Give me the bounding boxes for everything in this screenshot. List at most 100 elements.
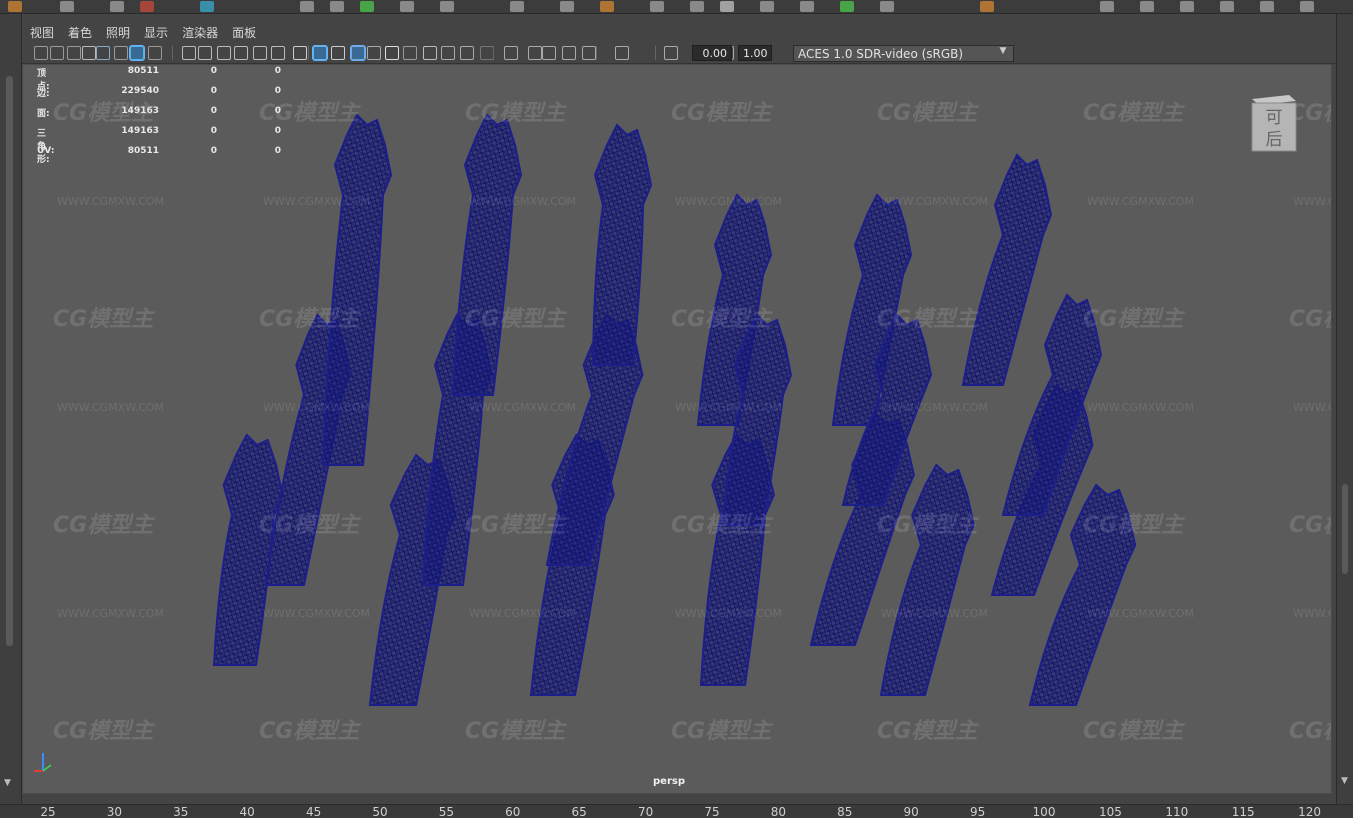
shelf-tool-icon[interactable] xyxy=(840,1,854,12)
ruler-tick-label: 100 xyxy=(1032,805,1056,818)
chevron-down-icon[interactable]: ▼ xyxy=(994,46,1012,60)
left-scrollbar[interactable] xyxy=(6,76,13,646)
shelf-tool-icon[interactable] xyxy=(8,1,22,12)
frame-selection-icon[interactable] xyxy=(562,46,576,60)
use-default-material-icon[interactable] xyxy=(331,46,345,60)
shelf-tool-icon[interactable] xyxy=(1100,1,1114,12)
shelf-tool-icon[interactable] xyxy=(600,1,614,12)
depth-of-field-icon[interactable] xyxy=(480,46,494,60)
shelf-tool-icon[interactable] xyxy=(60,1,74,12)
menu-shading[interactable]: 着色 xyxy=(68,24,92,41)
camera-attributes-icon[interactable] xyxy=(67,46,81,60)
watermark-logo: CG模型主 xyxy=(259,307,360,332)
gamma-icon[interactable] xyxy=(664,46,678,60)
wireframe-hand xyxy=(591,123,653,366)
wireframe-hand xyxy=(451,113,523,396)
shelf-tool-icon[interactable] xyxy=(650,1,664,12)
3d-viewport[interactable]: CG模型主 WWW.CGMXW.COM CG模型主 WWW.CGMXW.COM CG模型… xyxy=(22,64,1332,794)
shelf-tool-icon[interactable] xyxy=(440,1,454,12)
toolbar-separator xyxy=(655,46,656,60)
shelf-tool-icon[interactable] xyxy=(800,1,814,12)
right-scrollbar[interactable] xyxy=(1342,484,1348,574)
toolbar-separator xyxy=(493,46,494,60)
shelf-tool-icon[interactable] xyxy=(400,1,414,12)
scroll-down-arrow-icon[interactable]: ▼ xyxy=(4,778,11,788)
watermark-url: WWW.CGMXW.COM xyxy=(57,195,165,208)
exposure-field[interactable]: 0.00 xyxy=(692,45,732,61)
watermark-logo: CG模型主 xyxy=(1083,307,1184,332)
menu-panels[interactable]: 面板 xyxy=(232,24,256,41)
view-cube[interactable]: 可 后 xyxy=(1249,91,1299,153)
scroll-down-arrow-icon[interactable]: ▼ xyxy=(1341,776,1348,786)
menu-view[interactable]: 视图 xyxy=(30,24,54,41)
smooth-shade-icon[interactable] xyxy=(312,45,328,61)
watermark-logo: CG模型主 xyxy=(1289,513,1331,538)
xray-active-icon[interactable] xyxy=(542,46,556,60)
xray-joints-icon[interactable] xyxy=(528,46,542,60)
shelf-tool-icon[interactable] xyxy=(880,1,894,12)
ruler-tick-label: 65 xyxy=(571,805,587,818)
use-all-lights-icon[interactable] xyxy=(385,46,399,60)
frame-all-icon[interactable] xyxy=(582,46,596,60)
ruler-tick-label: 30 xyxy=(106,805,123,818)
shelf-tool-icon[interactable] xyxy=(690,1,704,12)
shelf-tool-icon[interactable] xyxy=(140,1,154,12)
shelf-tool-icon[interactable] xyxy=(1300,1,1314,12)
shelf-tool-icon[interactable] xyxy=(200,1,214,12)
shelf-tool-icon[interactable] xyxy=(760,1,774,12)
shadows-icon[interactable] xyxy=(403,46,417,60)
ruler-tick-label: 50 xyxy=(372,805,388,818)
wireframe-icon[interactable] xyxy=(293,46,307,60)
color-space-select[interactable]: ACES 1.0 SDR-video (sRGB) xyxy=(793,45,1014,62)
shelf-tool-icon[interactable] xyxy=(1220,1,1234,12)
camera-select-icon[interactable] xyxy=(34,46,48,60)
watermark-url: WWW.CGMXW.COM xyxy=(1087,195,1195,208)
ruler-tick-label: 40 xyxy=(239,805,255,818)
watermark-url: WWW.CGMXW.COM xyxy=(263,607,371,620)
watermark-logo: CG模型主 xyxy=(465,719,566,744)
xray-icon[interactable] xyxy=(367,46,381,60)
shelf-tool-icon[interactable] xyxy=(300,1,314,12)
multisample-aa-icon[interactable] xyxy=(460,46,474,60)
2d-pan-zoom-icon[interactable] xyxy=(114,46,128,60)
shelf-tool-icon[interactable] xyxy=(1260,1,1274,12)
shelf-tool-icon[interactable] xyxy=(720,1,734,12)
menu-lighting[interactable]: 照明 xyxy=(106,24,130,41)
field-chart-icon[interactable] xyxy=(234,46,248,60)
ruler-tick-label: 80 xyxy=(770,805,787,818)
ruler-tick-label: 120 xyxy=(1298,805,1322,818)
shelf-tool-icon[interactable] xyxy=(330,1,344,12)
watermark-url: WWW.CGMXW.COM xyxy=(469,607,577,620)
motion-blur-icon[interactable] xyxy=(441,46,455,60)
shelf-tool-icon[interactable] xyxy=(1180,1,1194,12)
exposure-icon[interactable] xyxy=(615,46,629,60)
watermark-url: WWW.CGMXW.COM xyxy=(1293,607,1331,620)
shelf-tool-icon[interactable] xyxy=(560,1,574,12)
gate-mask-icon[interactable] xyxy=(217,46,231,60)
bookmark-icon[interactable] xyxy=(82,46,96,60)
gamma-field[interactable]: 1.00 xyxy=(738,45,772,61)
watermark-url: WWW.CGMXW.COM xyxy=(57,607,165,620)
time-slider-ruler[interactable]: 25 30 35 40 45 50 55 60 65 70 75 80 85 90 95 100 105 110 1… xyxy=(0,804,1353,818)
watermark-url: WWW.CGMXW.COM xyxy=(881,195,989,208)
menu-renderer[interactable]: 渲染器 xyxy=(182,24,218,41)
film-gate-icon[interactable] xyxy=(182,46,196,60)
wireframe-on-shaded-icon[interactable] xyxy=(350,45,366,61)
shelf-tool-icon[interactable] xyxy=(510,1,524,12)
grid-icon[interactable] xyxy=(148,46,162,60)
grease-pencil-icon[interactable] xyxy=(129,45,145,61)
shelf-tool-icon[interactable] xyxy=(1140,1,1154,12)
menu-show[interactable]: 显示 xyxy=(144,24,168,41)
screen-space-ao-icon[interactable] xyxy=(423,46,437,60)
isolate-select-icon[interactable] xyxy=(504,46,518,60)
camera-lock-icon[interactable] xyxy=(50,46,64,60)
image-plane-icon[interactable] xyxy=(96,46,110,60)
watermark-logo: CG模型主 xyxy=(671,513,772,538)
safe-title-icon[interactable] xyxy=(271,46,285,60)
shelf-tool-icon[interactable] xyxy=(360,1,374,12)
safe-action-icon[interactable] xyxy=(253,46,267,60)
shelf-tool-icon[interactable] xyxy=(110,1,124,12)
resolution-gate-icon[interactable] xyxy=(198,46,212,60)
viewcube-back-label: 后 xyxy=(1266,130,1283,150)
shelf-tool-icon[interactable] xyxy=(980,1,994,12)
